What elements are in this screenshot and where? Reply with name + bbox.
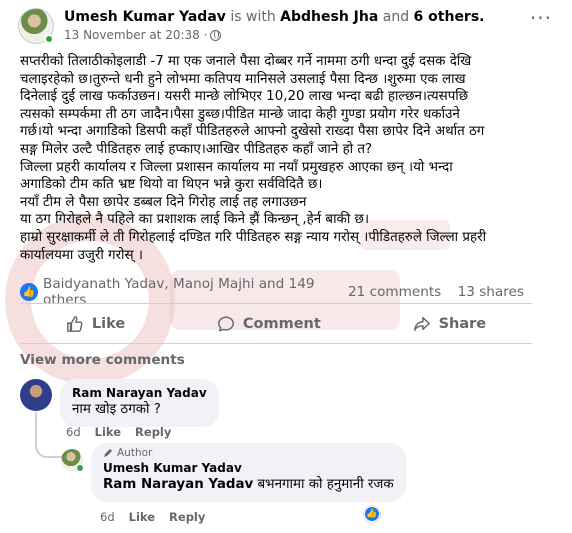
reply-actions: 6d Like Reply — [100, 510, 205, 524]
post-body-line: अगाडिको टीम कति भ्रष्ट थियो वा थिएन भन्न… — [20, 177, 323, 193]
thumbs-up-icon — [66, 316, 83, 332]
reply-item: Author Umesh Kumar Yadav Ram Narayan Yad… — [61, 443, 406, 502]
post-body: सप्तरीको तिलाठीकोइलाडी -7 मा एक जनाले पै… — [20, 53, 530, 264]
post-body-line: कार्यालयमा उजुरी गरोस् । — [20, 247, 143, 263]
divider — [20, 343, 532, 344]
commenter-avatar[interactable] — [20, 379, 52, 411]
post-body-line: जिल्ला प्रहरी कार्यालय र जिल्ला प्रशासन … — [20, 159, 453, 175]
post-body-line: त्यसको सम्पर्कमा ती ठग जादैन।पैसा डुब्छ।… — [20, 106, 460, 122]
post-author-line: Umesh Kumar Yadav is with Abdhesh Jha an… — [64, 8, 485, 27]
and-text: and — [382, 9, 410, 25]
tagged-user-link[interactable]: Abdhesh Jha — [280, 9, 378, 25]
post-actions: Like Comment Share — [20, 308, 532, 340]
comment-button[interactable]: Comment — [217, 315, 321, 333]
share-arrow-icon — [413, 316, 430, 332]
post-header: Umesh Kumar Yadav is with Abdhesh Jha an… — [18, 8, 485, 44]
online-status-icon — [76, 464, 84, 472]
author-badge-label: Author — [117, 447, 153, 459]
author-avatar[interactable] — [18, 8, 54, 44]
post-body-line: नयाँ टीम ले पैसा छापेर डब्बल दिने गिरोह … — [20, 194, 307, 210]
comment-text: नाम खोइ ठगको ? — [72, 402, 161, 417]
reply-bubble: Author Umesh Kumar Yadav Ram Narayan Yad… — [91, 443, 406, 502]
post-body-line: सप्तरीको तिलाठीकोइलाडी -7 मा एक जनाले पै… — [20, 54, 472, 69]
post-body-line: दिनेलाई दुई लाख फर्काउछन। यसरी मान्छे लो… — [20, 89, 469, 105]
divider — [20, 303, 532, 304]
commenter-name[interactable]: Ram Narayan Yadav — [72, 385, 207, 401]
author-name-link[interactable]: Umesh Kumar Yadav — [64, 9, 226, 25]
post-meta: 13 November at 20:38 · — [64, 28, 485, 42]
post-body-line: चलाइरहेको छ।तुरुन्ते धनी हुने लोभमा कतिप… — [20, 71, 466, 87]
reply-time[interactable]: 6d — [100, 510, 115, 524]
with-text: is with — [230, 9, 276, 25]
comment-actions: 6d Like Reply — [66, 425, 171, 439]
post-timestamp[interactable]: 13 November at 20:38 · — [64, 28, 207, 42]
others-link[interactable]: 6 others. — [414, 9, 485, 25]
like-button-label: Like — [91, 316, 126, 332]
reply-text-body: बभनगामा को हनुमानी रजक — [253, 477, 394, 492]
comment-bubble-icon — [217, 316, 234, 332]
view-more-comments-link[interactable]: View more comments — [20, 352, 185, 368]
comment-bubble: Ram Narayan Yadav नाम खोइ ठगको ? — [60, 379, 219, 427]
comment-time[interactable]: 6d — [66, 425, 81, 439]
shares-count[interactable]: 13 shares — [458, 284, 524, 300]
post-body-line: सङ्ग मिलेर उल्टै पीडितहरु लाई हप्काए।आखि… — [20, 141, 373, 157]
like-reaction-icon[interactable]: 👍 — [20, 283, 38, 301]
comments-count[interactable]: 21 comments — [348, 284, 441, 300]
comment-button-label: Comment — [242, 316, 321, 332]
mention-link[interactable]: Ram Narayan Yadav — [103, 477, 253, 492]
reply-reply-button[interactable]: Reply — [169, 510, 205, 524]
pencil-icon — [104, 449, 112, 457]
like-button[interactable]: Like — [66, 315, 125, 333]
reply-text: Ram Narayan Yadav बभनगामा को हनुमानी रजक — [103, 476, 394, 494]
online-status-icon — [44, 34, 54, 44]
post-body-line: या ठग गिरोहले नै पहिले का प्रशाशक लाई कि… — [20, 212, 370, 228]
reply-like-reaction-icon[interactable]: 👍 — [364, 506, 380, 522]
share-button-label: Share — [438, 316, 487, 332]
post-body-line: गर्छ।यो भन्दा अगाडिको डिसपी कहाँ पीडितहर… — [20, 124, 485, 140]
comment-like-button[interactable]: Like — [95, 425, 121, 439]
reply-author-avatar[interactable] — [61, 449, 84, 472]
author-badge: Author — [103, 447, 394, 459]
share-button[interactable]: Share — [413, 315, 487, 333]
post-body-line: हाम्रो सुरक्षाकर्मी ले ती गिरोहलाई दण्डि… — [20, 229, 487, 245]
comment-item: Ram Narayan Yadav नाम खोइ ठगको ? — [20, 379, 219, 427]
reply-author-name[interactable]: Umesh Kumar Yadav — [103, 460, 394, 476]
reply-like-button[interactable]: Like — [129, 510, 155, 524]
globe-icon[interactable] — [210, 29, 222, 41]
more-options-icon[interactable]: ··· — [530, 6, 552, 30]
comment-reply-button[interactable]: Reply — [135, 425, 171, 439]
